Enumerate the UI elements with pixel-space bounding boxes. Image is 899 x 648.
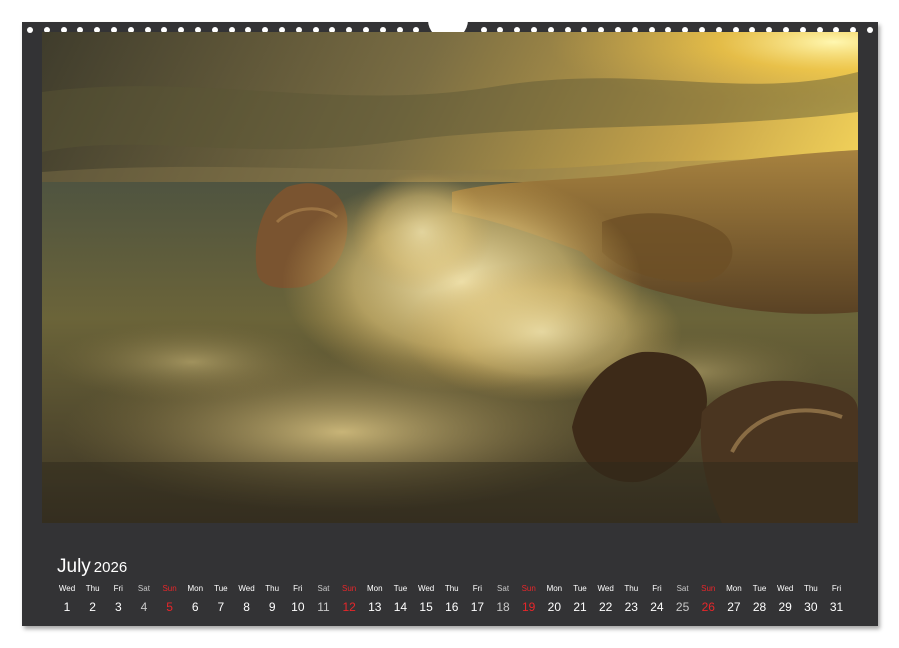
month-name: July xyxy=(57,556,91,577)
month-title: July 2026 xyxy=(57,556,127,578)
seascape-photo xyxy=(42,32,858,523)
calendar-page: July 2026 Wed 1 Thu 2 Fri 3 Sat 4 Sun 5 Mon 6 Tue 7 Wed… xyxy=(22,14,878,626)
days-row: Wed 1 Thu 2 Fri 3 Sat 4 Sun 5 Mon 6 Tue 7 Wed 8 Thu 9 Fri 1… xyxy=(52,584,848,618)
binding-hole xyxy=(867,27,873,33)
binding-hole xyxy=(27,27,33,33)
day-cell: Fri 31 xyxy=(822,584,852,615)
year-label: 2026 xyxy=(93,559,128,576)
day-of-week: Fri xyxy=(831,584,842,593)
day-number: 31 xyxy=(829,600,844,614)
